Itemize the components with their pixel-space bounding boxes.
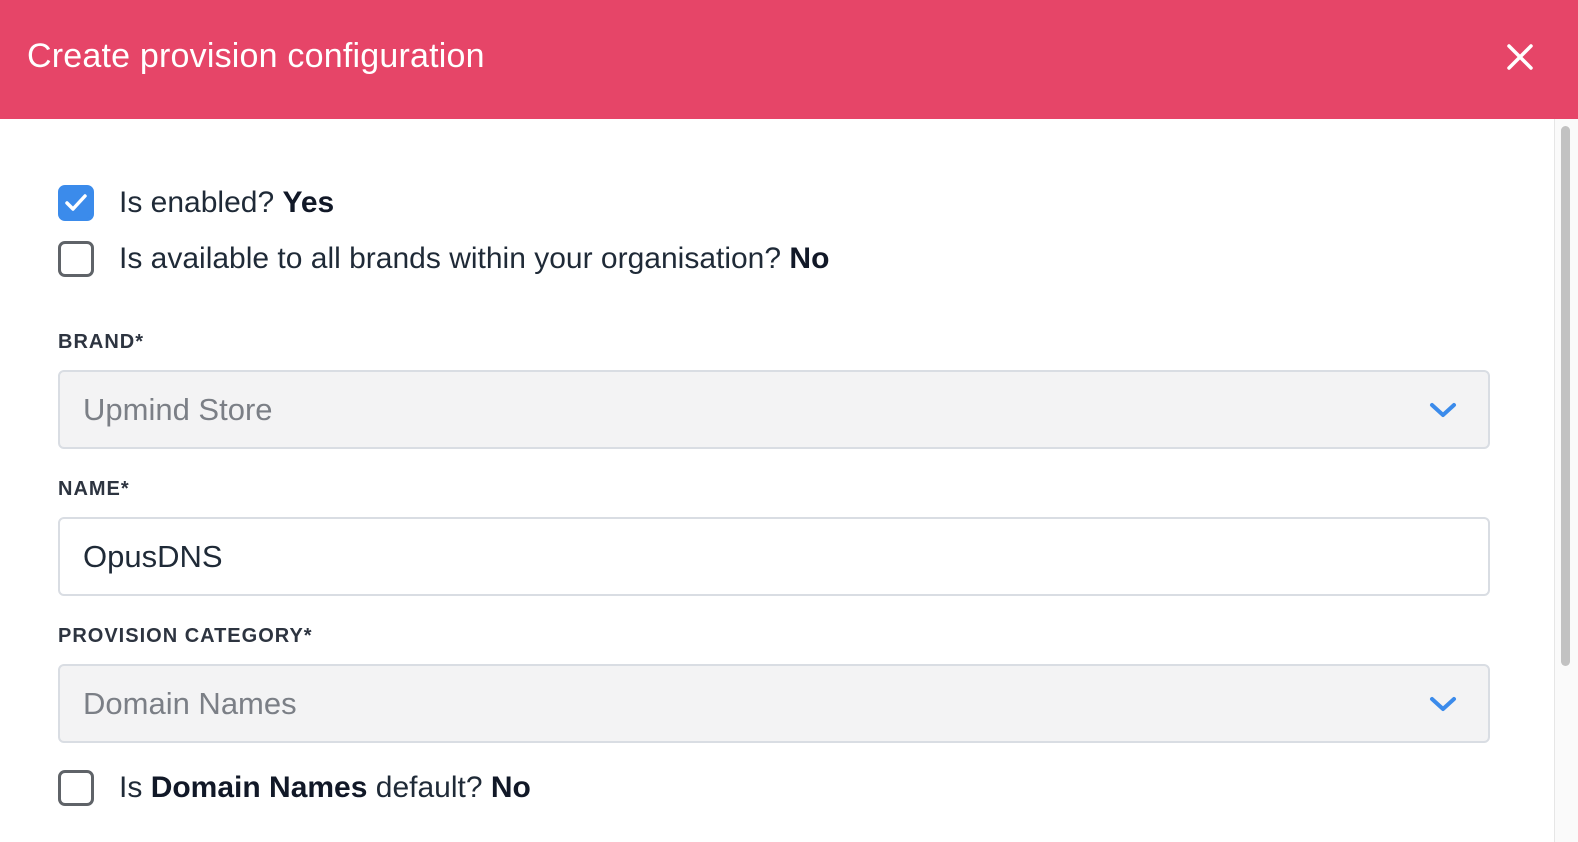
- is-enabled-question: Is enabled?: [119, 186, 275, 219]
- category-default-category: Domain Names: [150, 771, 368, 804]
- all-brands-checkbox[interactable]: [58, 241, 94, 277]
- all-brands-question: Is available to all brands within your o…: [119, 242, 782, 275]
- is-enabled-label: Is enabled? Yes: [119, 183, 334, 223]
- is-enabled-checkbox[interactable]: [58, 185, 94, 221]
- is-enabled-value: Yes: [282, 186, 335, 219]
- brand-label: BRAND*: [58, 331, 144, 353]
- provision-category-selected-value: Domain Names: [83, 686, 297, 721]
- provision-config-modal: Create provision configuration Is enable…: [0, 0, 1578, 842]
- all-brands-row[interactable]: Is available to all brands within your o…: [58, 239, 829, 279]
- name-label: NAME*: [58, 478, 130, 500]
- brand-select[interactable]: Upmind Store: [58, 370, 1490, 449]
- checkmark-icon: [65, 194, 87, 211]
- category-default-checkbox[interactable]: [58, 770, 94, 806]
- category-default-value: No: [490, 771, 531, 804]
- is-enabled-row[interactable]: Is enabled? Yes: [58, 183, 334, 223]
- provision-category-label: PROVISION CATEGORY*: [58, 625, 313, 647]
- all-brands-label: Is available to all brands within your o…: [119, 239, 829, 279]
- name-input-value: OpusDNS: [83, 539, 223, 574]
- all-brands-value: No: [789, 242, 830, 275]
- brand-selected-value: Upmind Store: [83, 392, 273, 427]
- chevron-down-icon: [1430, 403, 1456, 417]
- modal-header: Create provision configuration: [0, 0, 1578, 119]
- close-button[interactable]: [1500, 37, 1540, 77]
- scrollbar-thumb[interactable]: [1561, 126, 1570, 666]
- category-default-post: default?: [375, 771, 483, 804]
- name-input[interactable]: OpusDNS: [58, 517, 1490, 596]
- category-default-row[interactable]: Is Domain Names default? No: [58, 768, 531, 808]
- close-icon: [1507, 44, 1533, 70]
- chevron-down-icon: [1430, 697, 1456, 711]
- provision-category-select[interactable]: Domain Names: [58, 664, 1490, 743]
- modal-title: Create provision configuration: [27, 37, 485, 75]
- category-default-pre: Is: [119, 771, 143, 804]
- category-default-label: Is Domain Names default? No: [119, 768, 531, 808]
